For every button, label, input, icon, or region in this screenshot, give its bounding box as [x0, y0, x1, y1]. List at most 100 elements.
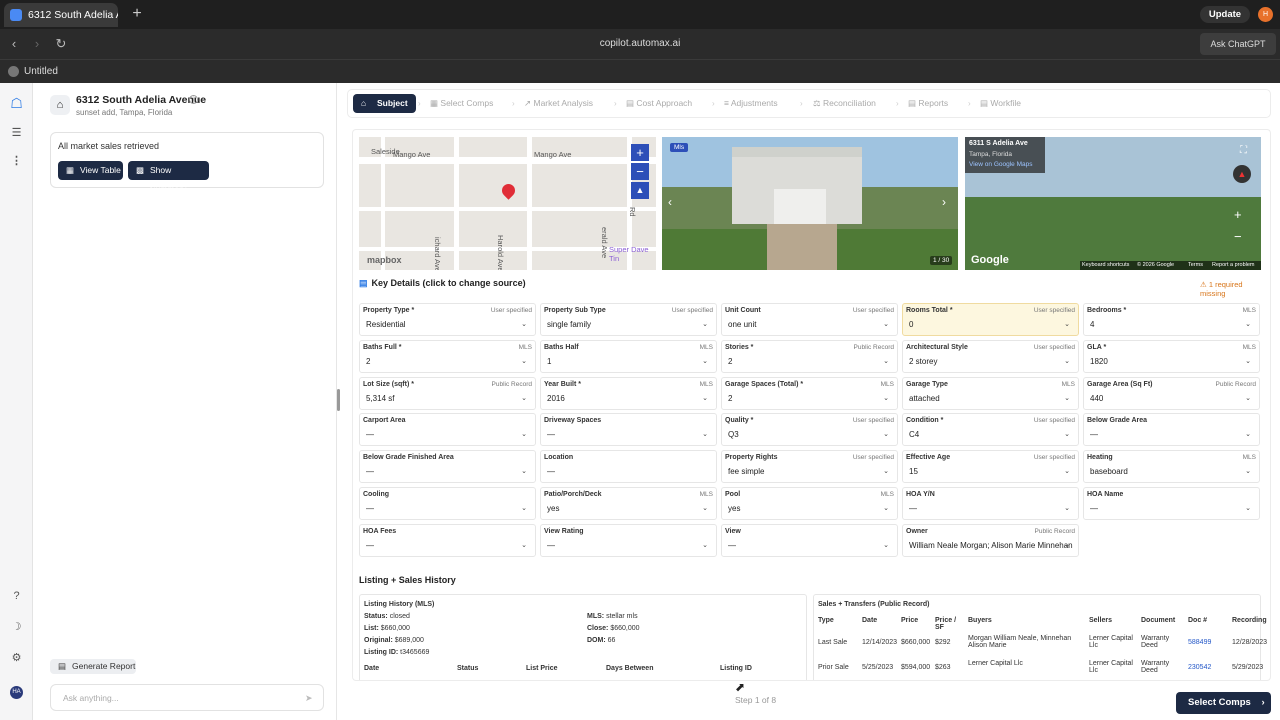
chevron-down-icon[interactable]: ⌄ [1064, 320, 1070, 328]
chevron-down-icon[interactable]: ⌄ [1064, 467, 1070, 475]
field-source[interactable]: MLS [700, 381, 713, 388]
field-hoa-y-n[interactable]: HOA Y/N — ⌄ [902, 487, 1079, 520]
reload-icon[interactable]: ↻ [53, 36, 69, 52]
step-reports[interactable]: ▤ Reports [908, 90, 948, 117]
field-bedrooms[interactable]: Bedrooms * MLS 4 ⌄ [1083, 303, 1260, 336]
chevron-down-icon[interactable]: ⌄ [883, 430, 889, 438]
view-table-button[interactable]: ▦ View Table [58, 161, 123, 180]
user-avatar[interactable]: HA [10, 686, 23, 699]
chevron-down-icon[interactable]: ⌄ [1064, 504, 1070, 512]
chevron-down-icon[interactable]: ⌄ [521, 541, 527, 549]
chevron-down-icon[interactable]: ⌄ [521, 394, 527, 402]
forward-arrow-icon[interactable]: › [29, 36, 45, 52]
settings-gear-icon[interactable]: ⚙ [8, 650, 25, 667]
street-view[interactable]: 6311 S Adelia Ave Tampa, Florida View on… [965, 137, 1261, 270]
property-home-icon[interactable]: ⌂ [50, 95, 70, 115]
chevron-down-icon[interactable]: ⌄ [883, 394, 889, 402]
zoom-in-icon[interactable]: + [1234, 207, 1242, 222]
field-source[interactable]: Public Record [1216, 381, 1256, 388]
field-location[interactable]: Location — [540, 450, 717, 484]
chevron-down-icon[interactable]: ⌄ [702, 394, 708, 402]
field-source[interactable]: MLS [1243, 454, 1256, 461]
field-source[interactable]: Public Record [854, 344, 894, 351]
chevron-down-icon[interactable]: ⌄ [1245, 430, 1251, 438]
field-cooling[interactable]: Cooling — ⌄ [359, 487, 536, 520]
field-source[interactable]: MLS [1243, 307, 1256, 314]
map-pin-icon[interactable] [499, 181, 518, 200]
chevron-down-icon[interactable]: ⌄ [1064, 357, 1070, 365]
field-baths-half[interactable]: Baths Half MLS 1 ⌄ [540, 339, 717, 373]
field-quality[interactable]: Quality * User specified Q3 ⌄ [721, 413, 898, 447]
field-source[interactable]: MLS [700, 344, 713, 351]
chevron-down-icon[interactable]: ⌄ [1245, 467, 1251, 475]
help-icon[interactable]: ? [8, 588, 25, 605]
subject-map[interactable]: Saleside Mango Ave Mango Ave ichard Ave … [359, 137, 656, 270]
field-baths-full[interactable]: Baths Full * MLS 2 ⌄ [359, 339, 536, 373]
compass-icon[interactable]: ▲ [1233, 165, 1251, 183]
field-carport-area[interactable]: Carport Area — ⌄ [359, 413, 536, 447]
next-select-comps-button[interactable]: Select Comps › [1176, 692, 1271, 714]
field-condition[interactable]: Condition * User specified C4 ⌄ [902, 413, 1079, 447]
chevron-down-icon[interactable]: ⌄ [521, 504, 527, 512]
chevron-down-icon[interactable]: ⌄ [702, 430, 708, 438]
field-rooms-total[interactable]: Rooms Total * User specified 0 ⌄ [902, 303, 1079, 336]
chevron-down-icon[interactable]: ⌄ [702, 357, 708, 365]
field-source[interactable]: User specified [1034, 307, 1075, 314]
field-source[interactable]: User specified [1034, 454, 1075, 461]
field-gla[interactable]: GLA * MLS 1820 ⌄ [1083, 339, 1260, 373]
chevron-down-icon[interactable]: ⌄ [521, 430, 527, 438]
zoom-out-icon[interactable]: − [631, 163, 649, 180]
field-source[interactable]: User specified [491, 307, 532, 314]
field-hoa-name[interactable]: HOA Name — ⌄ [1083, 487, 1260, 520]
update-button[interactable]: Update [1200, 6, 1250, 23]
chevron-down-icon[interactable]: ⌄ [1245, 504, 1251, 512]
step-select-comps[interactable]: ▦ Select Comps [430, 90, 493, 117]
report-problem-link[interactable]: Report a problem [1212, 262, 1255, 268]
doc-number-link[interactable]: 230542 [1188, 664, 1211, 671]
field-architectural-style[interactable]: Architectural Style User specified 2 store… [902, 339, 1079, 373]
field-hoa-fees[interactable]: HOA Fees — ⌄ [359, 523, 536, 557]
doc-number-link[interactable]: 588499 [1188, 639, 1211, 646]
field-source[interactable]: User specified [853, 307, 894, 314]
fullscreen-icon[interactable]: ⛶ [1240, 145, 1247, 156]
field-source[interactable]: User specified [1034, 417, 1075, 424]
view-on-google-maps-link[interactable]: View on Google Maps [969, 161, 1032, 168]
field-below-grade-area[interactable]: Below Grade Area — ⌄ [1083, 413, 1260, 447]
ask-input[interactable]: Ask anything... ➤ [50, 684, 324, 711]
chevron-down-icon[interactable]: ⌄ [1245, 320, 1251, 328]
more-vertical-icon[interactable]: ⋮ [8, 153, 25, 170]
chevron-down-icon[interactable]: ⌄ [521, 467, 527, 475]
chevron-down-icon[interactable]: ⌄ [1064, 430, 1070, 438]
field-unit-count[interactable]: Unit Count User specified one unit ⌄ [721, 303, 898, 336]
generate-report-button[interactable]: ▤ Generate Report [50, 659, 136, 674]
prev-photo-chevron-icon[interactable]: ‹ [668, 195, 672, 209]
field-source[interactable]: MLS [1243, 344, 1256, 351]
profile-avatar[interactable]: H [1258, 7, 1273, 22]
chevron-down-icon[interactable]: ⌄ [1245, 394, 1251, 402]
field-source[interactable]: User specified [853, 454, 894, 461]
dark-mode-moon-icon[interactable]: ☽ [8, 619, 25, 636]
chevron-down-icon[interactable]: ⌄ [883, 320, 889, 328]
step-adjustments[interactable]: ≡ Adjustments [724, 90, 778, 117]
field-view[interactable]: View — ⌄ [721, 523, 898, 557]
back-arrow-icon[interactable]: ‹ [6, 36, 22, 52]
chevron-down-icon[interactable]: ⌄ [883, 504, 889, 512]
chevron-down-icon[interactable]: ⌄ [883, 357, 889, 365]
field-view-rating[interactable]: View Rating — ⌄ [540, 523, 717, 557]
chevron-down-icon[interactable]: ⌄ [1064, 394, 1070, 402]
field-heating[interactable]: Heating MLS baseboard ⌄ [1083, 450, 1260, 484]
zoom-in-icon[interactable]: + [631, 144, 649, 161]
listing-photo[interactable]: Mls ‹ › 1 / 30 [662, 137, 958, 270]
step-cost-approach[interactable]: ▤ Cost Approach [626, 90, 692, 117]
chevron-down-icon[interactable]: ⌄ [702, 541, 708, 549]
field-garage-area-sq-ft[interactable]: Garage Area (Sq Ft) Public Record 440 ⌄ [1083, 376, 1260, 410]
step-workfile[interactable]: ▤ Workfile [980, 90, 1021, 117]
field-source[interactable]: MLS [1062, 381, 1075, 388]
chevron-down-icon[interactable]: ⌄ [883, 541, 889, 549]
field-garage-type[interactable]: Garage Type MLS attached ⌄ [902, 376, 1079, 410]
zoom-out-icon[interactable]: − [1234, 229, 1242, 244]
field-driveway-spaces[interactable]: Driveway Spaces — ⌄ [540, 413, 717, 447]
keyboard-shortcuts-link[interactable]: Keyboard shortcuts [1082, 262, 1129, 268]
field-property-rights[interactable]: Property Rights User specified fee simple ⌄ [721, 450, 898, 484]
browser-tab[interactable]: 6312 South Adelia Av [4, 3, 118, 27]
